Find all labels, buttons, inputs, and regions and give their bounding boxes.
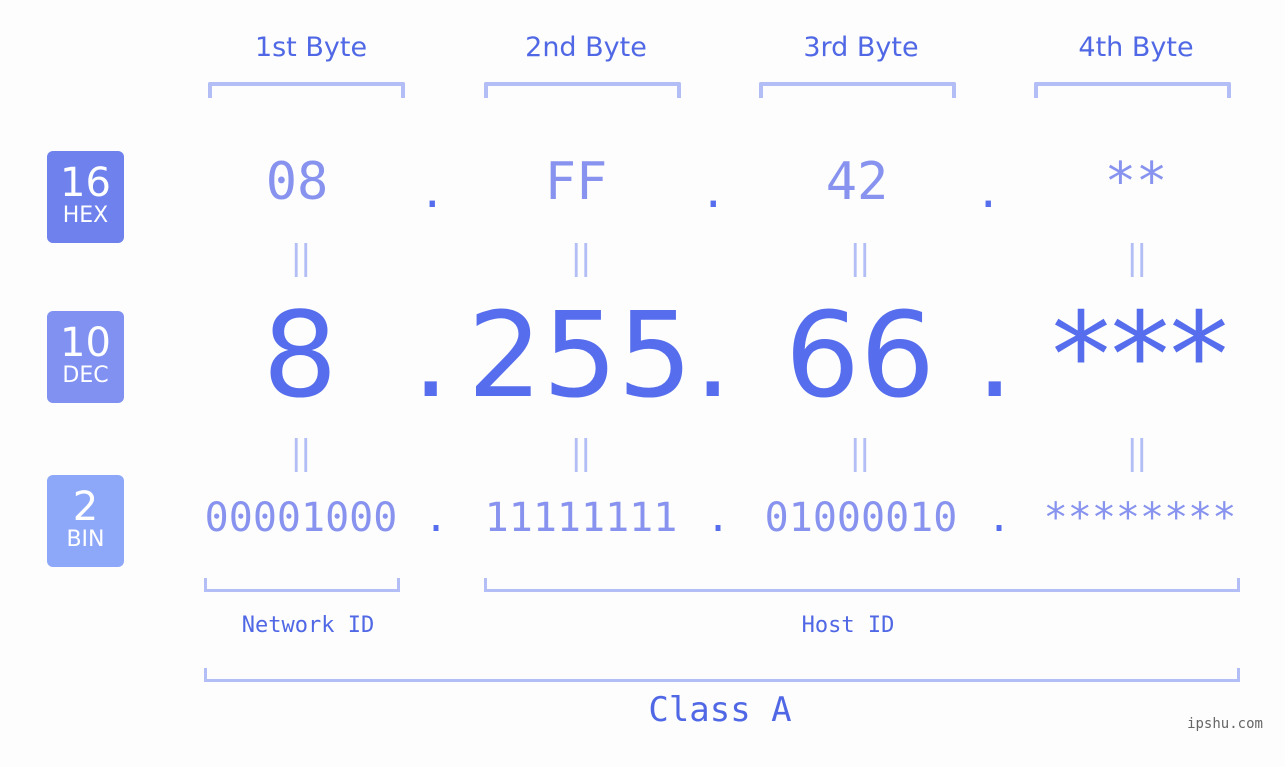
equals-dec-bin-2: || (570, 433, 592, 473)
dec-byte-4: *** (1051, 286, 1229, 424)
host-id-label: Host ID (801, 613, 895, 638)
byte-title-3: 3rd Byte (803, 32, 919, 63)
equals-hex-dec-2: || (570, 238, 592, 278)
byte-bracket-4 (1034, 82, 1231, 98)
dec-separator-1: . (412, 286, 450, 424)
equals-dec-bin-1: || (290, 433, 312, 473)
watermark: ipshu.com (1187, 716, 1263, 732)
dec-byte-2: 255 (467, 286, 693, 424)
bin-separator-1: . (424, 495, 449, 541)
hex-badge: 16 HEX (47, 151, 124, 243)
hex-separator-3: . (980, 160, 997, 220)
equals-hex-dec-3: || (849, 238, 871, 278)
hex-byte-3: 42 (825, 152, 889, 212)
class-label: Class A (648, 690, 792, 730)
bin-byte-1: 00001000 (204, 495, 398, 541)
dec-byte-1: 8 (262, 286, 338, 424)
bin-byte-3: 01000010 (764, 495, 958, 541)
hex-separator-1: . (424, 160, 441, 220)
byte-bracket-1 (208, 82, 405, 98)
byte-bracket-3 (759, 82, 956, 98)
bin-byte-4: ******** (1043, 495, 1237, 541)
dec-badge-base: 10 (60, 320, 111, 366)
hex-badge-label: HEX (62, 203, 109, 228)
hex-byte-4: ** (1104, 152, 1168, 212)
network-id-bracket (204, 578, 400, 592)
byte-title-4: 4th Byte (1078, 32, 1194, 63)
bin-byte-2: 11111111 (484, 495, 678, 541)
byte-title-1: 1st Byte (254, 32, 368, 63)
bin-separator-2: . (706, 495, 731, 541)
equals-dec-bin-4: || (1126, 433, 1148, 473)
hex-separator-2: . (705, 160, 722, 220)
dec-separator-3: . (976, 286, 1014, 424)
bin-separator-3: . (987, 495, 1012, 541)
equals-hex-dec-4: || (1126, 238, 1148, 278)
bin-badge: 2 BIN (47, 475, 124, 567)
dec-badge: 10 DEC (47, 311, 124, 403)
dec-badge-label: DEC (62, 363, 109, 388)
dec-byte-3: 66 (784, 286, 936, 424)
equals-dec-bin-3: || (849, 433, 871, 473)
dec-separator-2: . (694, 286, 732, 424)
bin-badge-label: BIN (66, 527, 105, 552)
host-id-bracket (484, 578, 1240, 592)
byte-title-2: 2nd Byte (525, 32, 647, 63)
equals-hex-dec-1: || (290, 238, 312, 278)
byte-bracket-2 (484, 82, 681, 98)
class-bracket (204, 668, 1240, 682)
hex-byte-1: 08 (265, 152, 329, 212)
hex-byte-2: FF (544, 152, 608, 212)
bin-badge-base: 2 (72, 484, 99, 530)
network-id-label: Network ID (241, 613, 375, 638)
hex-badge-base: 16 (60, 160, 111, 206)
